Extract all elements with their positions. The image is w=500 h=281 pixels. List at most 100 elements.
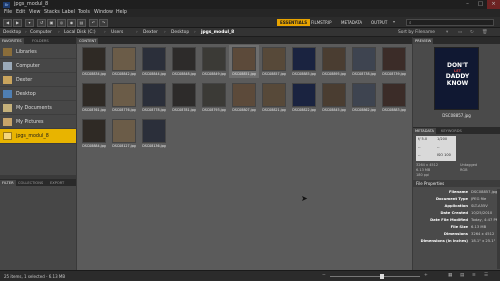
image-summary: 3264 x 4512 6.13 MB 180 ppi (416, 163, 456, 178)
thumbnail-item[interactable]: DSC08807.jpg (229, 81, 259, 114)
workspace-menu-icon[interactable]: ▾ (393, 19, 395, 24)
tab-preview[interactable]: PREVIEW (413, 38, 434, 44)
thumbnail-item[interactable]: DSC08136.jpg (139, 117, 169, 150)
tab-filter[interactable]: FILTER (0, 180, 16, 186)
crumb-dexter[interactable]: Dexter (143, 30, 158, 36)
crumb-current-folder[interactable]: jpgs_modul_8 (201, 30, 234, 36)
zoom-out-icon[interactable]: − (322, 273, 326, 278)
new-folder-icon[interactable]: ▭ (458, 30, 462, 36)
workspace-essentials[interactable]: ESSENTIALS (277, 19, 311, 26)
favorite-computer[interactable]: Computer (0, 59, 76, 73)
thumbnail-item[interactable]: DSC08778.jpg (139, 81, 169, 114)
rotate-icon[interactable]: ↻ (470, 30, 474, 36)
menu-file[interactable]: File (4, 10, 12, 15)
thumbnail-item[interactable]: DSC08842.jpg (109, 45, 139, 78)
view-list-icon[interactable]: ☰ (484, 273, 488, 278)
tab-export[interactable]: EXPORT (48, 180, 66, 186)
refine-icon[interactable]: ◎ (57, 18, 66, 27)
thumbnail-item[interactable]: DSC08739.jpg (379, 45, 409, 78)
recent-folder-icon[interactable]: ▾ (25, 18, 34, 27)
trash-icon[interactable]: 🗑 (482, 30, 488, 36)
thumbnail-item[interactable]: DSC08845.jpg (319, 81, 349, 114)
sort-menu[interactable]: Sort by Filename (398, 30, 435, 36)
menu-view[interactable]: View (29, 10, 40, 15)
zoom-slider[interactable] (330, 274, 420, 279)
thumbnail-item[interactable]: DSC08738.jpg (349, 45, 379, 78)
menu-window[interactable]: Window (94, 10, 113, 15)
chevron-right-icon: › (25, 29, 27, 35)
thumbnail-filename: DSC08761.jpg (82, 108, 106, 112)
search-input[interactable]: ⌕ (406, 19, 494, 26)
minimize-icon[interactable]: – (461, 0, 474, 9)
tab-metadata[interactable]: METADATA (413, 128, 437, 134)
thumbnail-item[interactable]: DSC08885.jpg (289, 45, 319, 78)
rotate-right-icon[interactable]: ↷ (99, 18, 108, 27)
thumbnail-item[interactable]: DSC08793.jpg (199, 81, 229, 114)
crumb-desktop-2[interactable]: Desktop (171, 30, 189, 36)
workspace-filmstrip[interactable]: FILMSTRIP (308, 19, 335, 26)
thumbnail-item[interactable]: DSC08761.jpg (79, 81, 109, 114)
thumbnail-item[interactable]: DSC08851.jpg (229, 45, 259, 78)
thumbnail-filename: DSC08807.jpg (232, 108, 256, 112)
tab-content[interactable]: CONTENT (77, 38, 99, 44)
thumbnail-filename: DSC08851.jpg (232, 72, 256, 76)
menu-stacks[interactable]: Stacks (44, 10, 60, 15)
preview-image[interactable]: DON'T LET DADDY KNOW (434, 47, 479, 110)
output-icon[interactable]: ▤ (77, 18, 86, 27)
thumbnail-image (172, 47, 196, 71)
menu-tools[interactable]: Tools (78, 10, 90, 15)
tab-keywords[interactable]: KEYWORDS (439, 128, 464, 134)
favorite-dexter[interactable]: Dexter (0, 73, 76, 87)
favorite-desktop[interactable]: Desktop (0, 87, 76, 101)
sort-direction-icon[interactable]: ▾ (446, 30, 448, 36)
flash-value: -- (437, 145, 440, 149)
thumbnail-item[interactable]: DSC08862.jpg (349, 81, 379, 114)
thumbnail-item[interactable]: DSC08834.jpg (79, 45, 109, 78)
workspace-output[interactable]: OUTPUT (368, 19, 390, 26)
menu-label[interactable]: Label (62, 10, 75, 15)
open-camera-raw-icon[interactable]: ◉ (67, 18, 76, 27)
thumbnail-filename: DSC08845.jpg (322, 108, 346, 112)
crumb-computer[interactable]: Computer (30, 30, 52, 36)
rotate-left-icon[interactable]: ↶ (89, 18, 98, 27)
view-thumbnails-icon[interactable]: ▤ (460, 273, 464, 278)
thumbnail-item[interactable]: DSC08883.jpg (379, 81, 409, 114)
workspace-metadata[interactable]: METADATA (338, 19, 365, 26)
thumbnail-item[interactable]: DSC08844.jpg (139, 45, 169, 78)
thumbnail-item[interactable]: DSC08821.jpg (259, 81, 289, 114)
favorite-my-documents[interactable]: My Documents (0, 101, 76, 115)
favorite-libraries[interactable]: Libraries (0, 45, 76, 59)
thumbnail-item[interactable]: DSC08857.jpg (259, 45, 289, 78)
menu-edit[interactable]: Edit (16, 10, 25, 15)
file-properties-header[interactable]: File Properties (413, 180, 500, 187)
back-icon[interactable]: ◀ (3, 18, 12, 27)
crumb-desktop[interactable]: Desktop (3, 30, 21, 36)
view-details-icon[interactable]: ≡ (472, 273, 476, 278)
zoom-slider-thumb[interactable] (380, 274, 385, 279)
get-photos-icon[interactable]: ▣ (47, 18, 56, 27)
return-to-photoshop-icon[interactable]: ↺ (37, 18, 46, 27)
thumbnail-filename: DSC08739.jpg (382, 72, 406, 76)
thumbnail-item[interactable]: DSC08776.jpg (109, 81, 139, 114)
thumbnail-item[interactable]: DSC08127.jpg (109, 117, 139, 150)
crumb-users[interactable]: Users (111, 30, 123, 36)
favorite-jpgs-modul-8[interactable]: jpgs_modul_8 (0, 129, 76, 144)
zoom-in-icon[interactable]: + (424, 273, 428, 278)
thumbnail-item[interactable]: DSC08849.jpg (199, 45, 229, 78)
thumbnail-item[interactable]: DSC08781.jpg (169, 81, 199, 114)
thumbnail-item[interactable]: DSC08895.jpg (319, 45, 349, 78)
property-row: Dimensions (in inches) 18.1" x 25.1" (413, 239, 500, 246)
thumbnail-item[interactable]: DSC08848.jpg (169, 45, 199, 78)
thumbnail-item[interactable]: DSC08884.jpg (79, 117, 109, 150)
lock-thumbnail-grid-icon[interactable]: ▦ (448, 273, 452, 278)
tab-folders[interactable]: FOLDERS (30, 38, 51, 44)
tab-collections[interactable]: COLLECTIONS (16, 180, 45, 186)
menu-help[interactable]: Help (116, 10, 127, 15)
close-icon[interactable]: × (487, 0, 500, 9)
favorite-my-pictures[interactable]: My Pictures (0, 115, 76, 129)
tab-favorites[interactable]: FAVORITES (0, 38, 24, 44)
maximize-icon[interactable]: □ (474, 0, 487, 9)
crumb-local-disk[interactable]: Local Disk (C:) (64, 30, 96, 36)
thumbnail-item[interactable]: DSC08822.jpg (289, 81, 319, 114)
forward-icon[interactable]: ▶ (13, 18, 22, 27)
